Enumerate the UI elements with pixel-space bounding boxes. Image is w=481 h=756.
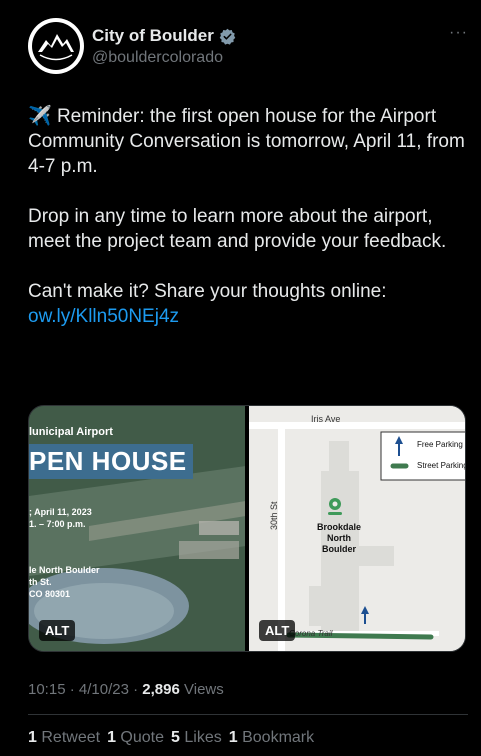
map-place-line1: Brookdale <box>316 522 361 532</box>
tweet-paragraph-3-block: Can't make it? Share your thoughts onlin… <box>28 279 468 329</box>
tweet-header: City of Boulder @bouldercolorado ··· <box>28 18 468 78</box>
likes-label: Likes <box>184 729 222 746</box>
tweet-paragraph-3: Can't make it? Share your thoughts onlin… <box>28 281 387 302</box>
quotes-label: Quote <box>120 729 165 746</box>
poster-city: CO 80301 <box>29 589 71 599</box>
meta-separator: · <box>133 681 139 698</box>
map-trail-label: Corona Trail <box>289 629 333 638</box>
city-logo <box>32 22 80 70</box>
retweets-count: 1 <box>28 729 37 746</box>
name-row: City of Boulder <box>92 26 236 46</box>
poster-date: ; April 11, 2023 <box>29 507 92 517</box>
legend-street-parking: Street Parking <box>417 461 465 470</box>
retweets-label: Retweet <box>41 729 101 746</box>
media-image-map[interactable]: Iris Ave 30th St Brookdale North Boulder… <box>249 406 465 651</box>
map-place-label: Brookdale North Boulder <box>309 522 369 555</box>
airplane-icon: ✈️ <box>28 106 52 127</box>
map-pin-icon <box>328 498 342 515</box>
retweets-stat[interactable]: 1 Retweet <box>28 729 100 747</box>
tweet-paragraph-1: Reminder: the first open house for the A… <box>28 106 465 177</box>
poster-venue: le North Boulder <box>29 565 100 575</box>
poster-street: th St. <box>29 577 52 587</box>
quotes-stat[interactable]: 1 Quote <box>107 729 164 747</box>
display-name[interactable]: City of Boulder <box>92 26 214 46</box>
meta-separator: · <box>69 681 75 698</box>
bookmarks-stat[interactable]: 1 Bookmark <box>229 729 314 747</box>
handle[interactable]: @bouldercolorado <box>92 49 236 67</box>
verified-badge-icon[interactable] <box>219 28 236 45</box>
quotes-count: 1 <box>107 729 116 746</box>
divider <box>28 714 468 715</box>
poster-title: PEN HOUSE <box>29 444 193 479</box>
bookmarks-count: 1 <box>228 729 238 746</box>
tweet-meta: 10:15 · 4/10/23 · 2,896 Views <box>28 681 224 698</box>
tweet-paragraph: ✈️ Reminder: the first open house for th… <box>28 104 468 179</box>
media-grid: lunicipal Airport PEN HOUSE ; April 11, … <box>28 405 466 652</box>
poster-subtitle: lunicipal Airport <box>29 426 113 438</box>
tweet-paragraph-2: Drop in any time to learn more about the… <box>28 206 447 252</box>
legend-free-parking: Free Parking <box>417 440 463 449</box>
author-block: City of Boulder @bouldercolorado <box>92 26 236 67</box>
views-count: 2,896 <box>142 681 180 698</box>
tweet-link[interactable]: ow.ly/Klln50NEj4z <box>28 306 179 327</box>
alt-badge[interactable]: ALT <box>259 620 296 641</box>
map-place-line2: North Boulder <box>321 533 356 554</box>
views-label: Views <box>184 681 224 698</box>
bookmarks-label: Bookmark <box>242 729 315 746</box>
map-street-iris: Iris Ave <box>311 414 341 424</box>
poster-date-block: ; April 11, 2023 1. – 7:00 p.m. <box>29 506 92 530</box>
engagement-stats: 1 Retweet 1 Quote 5 Likes 1 Bookmark <box>28 729 314 747</box>
more-options-icon[interactable]: ··· <box>449 24 468 42</box>
alt-badge[interactable]: ALT <box>39 620 76 641</box>
poster-time: 1. – 7:00 p.m. <box>29 519 86 529</box>
likes-stat[interactable]: 5 Likes <box>171 729 222 747</box>
avatar[interactable] <box>28 18 84 74</box>
poster-venue-block: le North Boulder th St. CO 80301 <box>29 564 100 600</box>
map-street-30th: 30th St <box>269 501 279 530</box>
tweet-time[interactable]: 10:15 <box>28 681 66 698</box>
tweet-date[interactable]: 4/10/23 <box>79 681 129 698</box>
likes-count: 5 <box>171 729 180 746</box>
media-image-open-house[interactable]: lunicipal Airport PEN HOUSE ; April 11, … <box>29 406 245 651</box>
tweet-text: ✈️ Reminder: the first open house for th… <box>28 104 468 329</box>
